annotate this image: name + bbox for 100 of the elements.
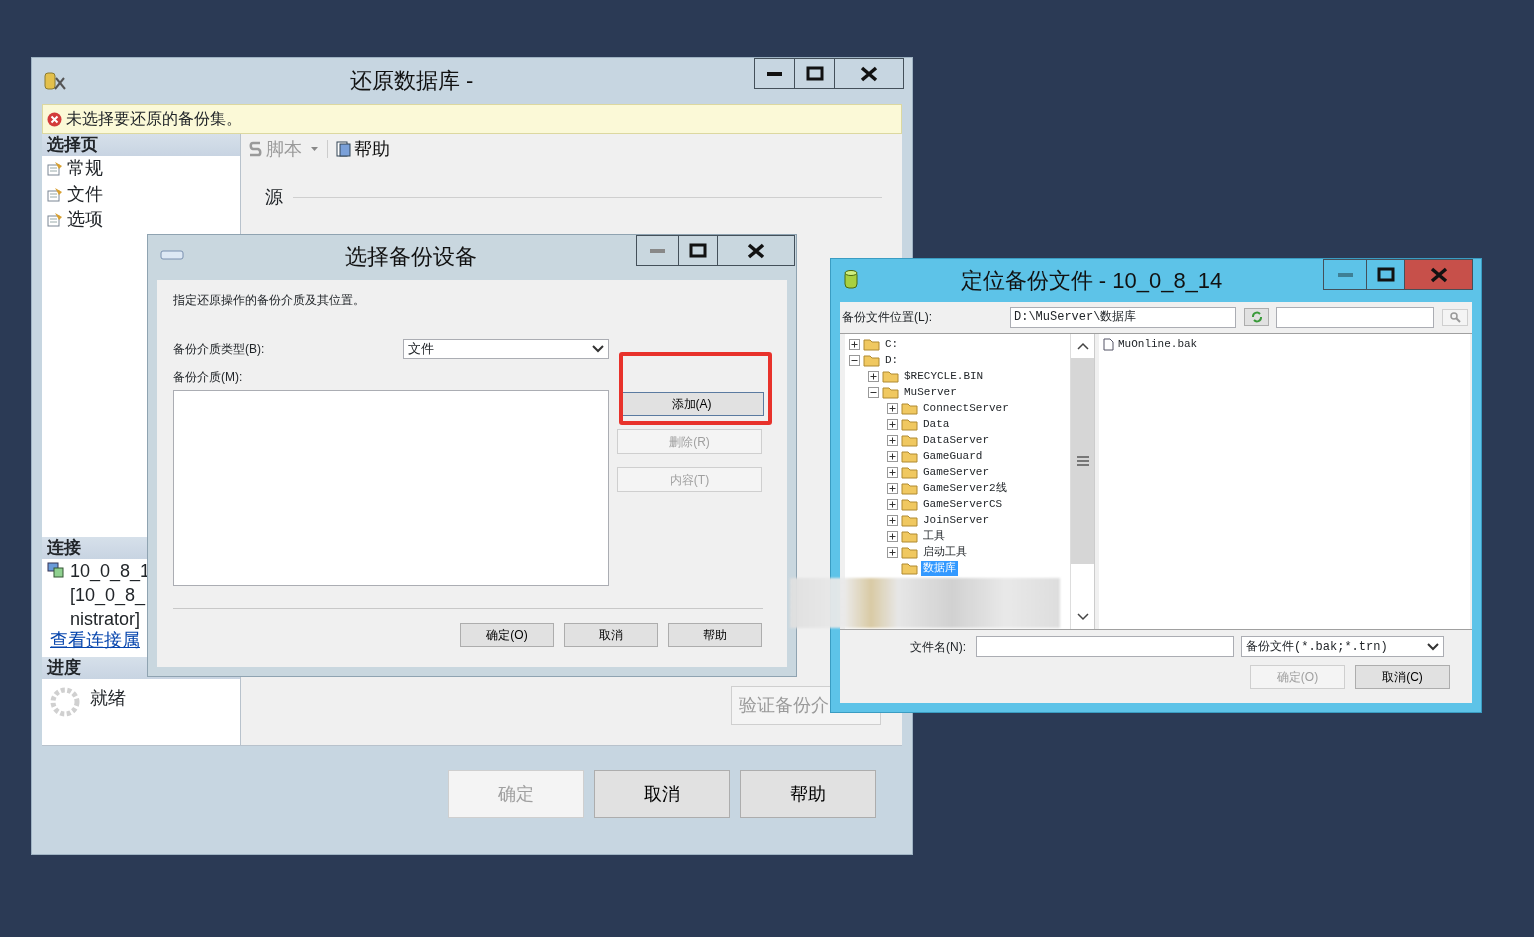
dialog-button[interactable]: 取消: [594, 770, 730, 818]
minimize-button[interactable]: [754, 58, 795, 89]
expand-icon[interactable]: [887, 402, 898, 414]
window-title: 还原数据库 -: [348, 70, 475, 92]
expand-icon[interactable]: [887, 434, 898, 446]
error-message: 未选择要还原的备份集。: [66, 109, 242, 129]
expand-icon[interactable]: [887, 418, 898, 430]
file-item[interactable]: MuOnline.bak: [1118, 336, 1198, 353]
script-icon: [248, 141, 263, 157]
folder-icon: [901, 449, 918, 463]
chevron-down-icon: [1076, 613, 1089, 621]
expand-icon[interactable]: [887, 466, 898, 478]
minimize-button[interactable]: [636, 235, 679, 266]
file-icon: [1103, 337, 1114, 351]
field-label: 备份文件位置(L):: [842, 309, 933, 326]
folder-icon: [901, 465, 918, 479]
page-item[interactable]: 常规: [42, 156, 240, 182]
window-title: 选择备份设备: [343, 246, 478, 268]
chevron-up-icon: [1076, 342, 1089, 350]
expand-icon[interactable]: [887, 482, 898, 494]
expand-icon[interactable]: [887, 546, 898, 558]
field-label: 备份介质(M):: [173, 369, 244, 386]
close-button[interactable]: [834, 58, 904, 89]
dialog-button[interactable]: 取消: [564, 623, 658, 647]
window-title: 定位备份文件 - 10_0_8_14: [959, 270, 1224, 292]
dialog-button[interactable]: 帮助: [740, 770, 876, 818]
page-icon: [47, 212, 63, 228]
search-button[interactable]: [1442, 308, 1468, 326]
drive-icon: [160, 250, 184, 260]
database-icon: [843, 268, 859, 290]
page-item[interactable]: 文件: [42, 181, 240, 207]
tree-item[interactable]: GameServer2线: [921, 480, 1009, 496]
page-icon: [47, 161, 63, 177]
help-icon: [336, 141, 351, 157]
expand-icon[interactable]: [868, 370, 879, 382]
minimize-icon: [1337, 272, 1353, 277]
expand-icon[interactable]: [887, 450, 898, 462]
folder-icon: [901, 417, 918, 431]
folder-icon: [901, 561, 918, 575]
error-icon: [47, 111, 62, 127]
expand-icon[interactable]: [887, 514, 898, 526]
tree-item[interactable]: Data: [921, 416, 952, 432]
chevron-down-icon: [1427, 642, 1439, 651]
search-field[interactable]: [1276, 306, 1434, 328]
folder-icon: [901, 529, 918, 543]
close-button[interactable]: [717, 235, 795, 266]
tree-item[interactable]: C:: [883, 336, 901, 352]
expand-icon[interactable]: [849, 338, 860, 350]
refresh-icon: [1250, 311, 1263, 323]
tree-item[interactable]: MuServer: [902, 384, 959, 400]
refresh-button[interactable]: [1244, 308, 1269, 326]
page-icon: [47, 186, 63, 202]
expand-icon[interactable]: [887, 498, 898, 510]
tree-item[interactable]: $RECYCLE.BIN: [902, 368, 986, 384]
location-field[interactable]: D:\MuServer\数据库: [1010, 306, 1236, 328]
maximize-icon: [689, 243, 707, 258]
dialog-button[interactable]: 取消(C): [1355, 665, 1450, 689]
maximize-button[interactable]: [794, 58, 835, 89]
toolbar-button[interactable]: 帮助: [333, 135, 393, 163]
tree-item[interactable]: 启动工具: [921, 544, 969, 560]
chevron-down-icon: [592, 345, 604, 353]
close-icon: [1429, 266, 1448, 283]
tree-item[interactable]: 工具: [921, 528, 947, 544]
tree-item[interactable]: DataServer: [921, 432, 991, 448]
field-label: 备份介质类型(B):: [173, 341, 266, 358]
grip-icon: [1076, 456, 1089, 466]
tree-item[interactable]: D:: [883, 352, 901, 368]
folder-icon: [901, 401, 918, 415]
status-text: 就绪: [90, 686, 126, 710]
folder-icon: [882, 369, 899, 383]
close-icon: [747, 242, 765, 259]
vertical-scrollbar[interactable]: [1070, 334, 1094, 629]
folder-icon: [901, 433, 918, 447]
tree-item[interactable]: ConnectServer: [921, 400, 1011, 416]
connection-text: [10_0_8_: [70, 584, 147, 607]
filename-field[interactable]: [976, 636, 1234, 657]
folder-icon: [901, 481, 918, 495]
maximize-button[interactable]: [678, 235, 718, 266]
collapse-icon[interactable]: [849, 354, 860, 366]
field-label: 文件名(N):: [910, 638, 966, 656]
dialog-button[interactable]: 确定(O): [460, 623, 554, 647]
tree-item[interactable]: GameServer: [921, 464, 991, 480]
folder-icon: [882, 385, 899, 399]
tree-item[interactable]: GameGuard: [921, 448, 985, 464]
media-type-select[interactable]: 文件: [403, 339, 609, 359]
maximize-icon: [805, 66, 824, 81]
close-icon: [860, 65, 878, 82]
caret-icon: [311, 147, 318, 151]
search-icon: [1449, 311, 1461, 323]
expand-icon[interactable]: [887, 530, 898, 542]
file-type-select[interactable]: 备份文件(*.bak;*.trn): [1241, 636, 1444, 657]
tree-item[interactable]: GameServerCS: [921, 496, 1005, 512]
maximize-icon: [1376, 267, 1395, 282]
tree-item[interactable]: JoinServer: [921, 512, 991, 528]
minimize-icon: [767, 71, 782, 76]
collapse-icon[interactable]: [868, 386, 879, 398]
dialog-button[interactable]: 帮助: [668, 623, 762, 647]
page-item[interactable]: 选项: [42, 207, 240, 233]
folder-icon: [901, 513, 918, 527]
minimize-icon: [650, 248, 665, 253]
